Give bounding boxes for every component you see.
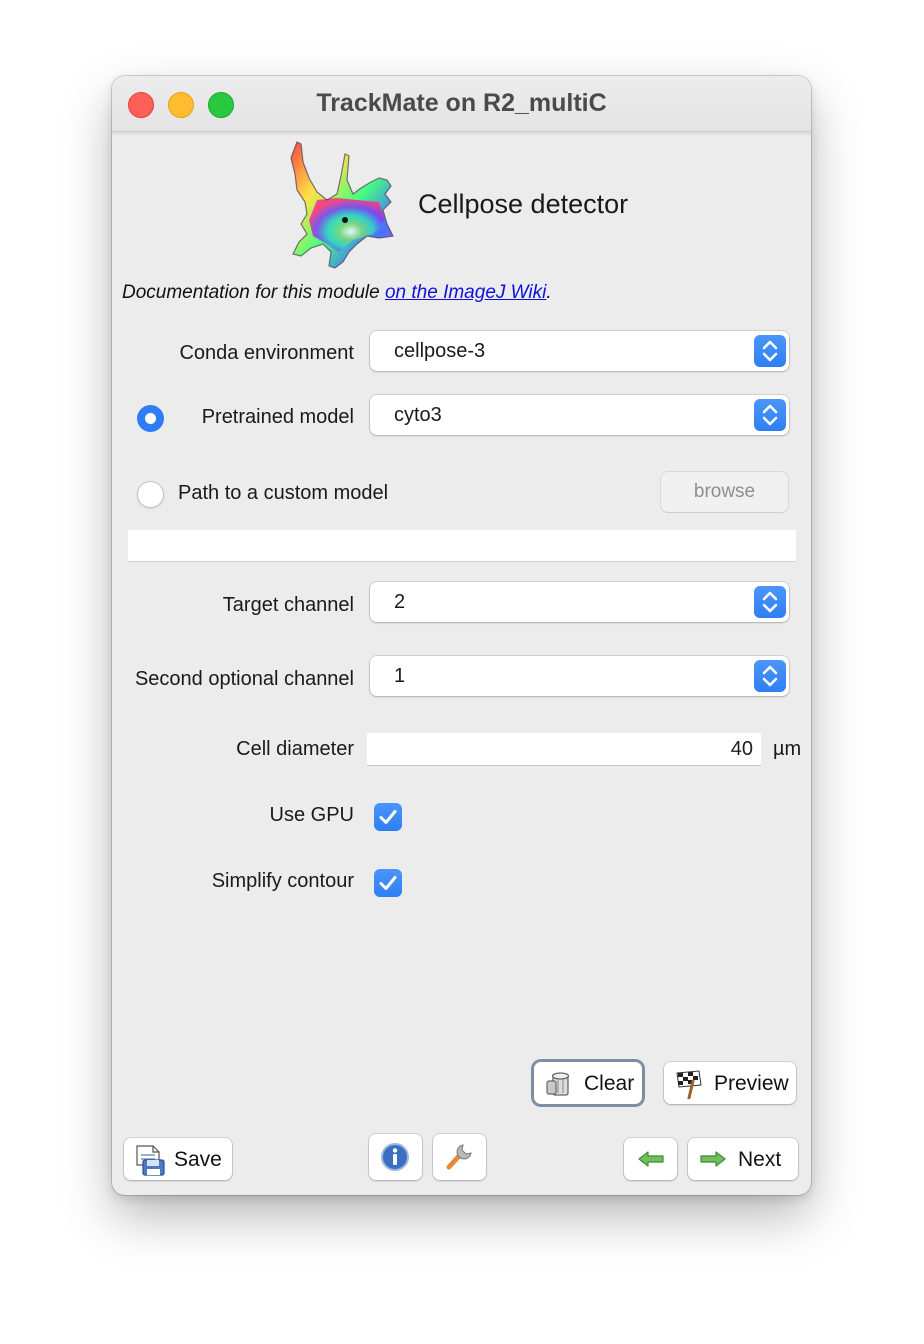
custom-model-label: Path to a custom model: [178, 482, 389, 504]
clear-label: Clear: [584, 1072, 635, 1095]
title-bar[interactable]: TrackMate on R2_multiC: [112, 76, 811, 135]
preview-button[interactable]: Preview: [664, 1062, 796, 1104]
next-arrow-icon: [700, 1151, 726, 1167]
cell-diameter-input[interactable]: 40: [367, 733, 761, 766]
simplify-contour-checkbox[interactable]: [374, 869, 402, 897]
second-channel-select[interactable]: 1: [370, 656, 789, 696]
back-arrow-icon: [638, 1151, 664, 1167]
updown-arrows-icon: [754, 399, 786, 431]
next-button[interactable]: Next: [688, 1138, 798, 1180]
cell-diameter-unit: µm: [773, 738, 802, 760]
checkmark-icon: [379, 876, 397, 890]
custom-model-radio[interactable]: [137, 481, 164, 508]
next-label: Next: [738, 1148, 782, 1171]
window-title: TrackMate on R2_multiC: [316, 89, 607, 117]
updown-arrows-icon: [754, 586, 786, 618]
checkered-flag-icon: [676, 1070, 702, 1099]
trackmate-window: TrackMate on R2_multiC Cellpose detector…: [112, 76, 811, 1195]
second-channel-label: Second optional channel: [134, 668, 354, 690]
target-channel-label: Target channel: [222, 594, 354, 616]
detector-heading: Cellpose detector: [418, 189, 629, 219]
settings-button[interactable]: [433, 1134, 486, 1180]
simplify-contour-label: Simplify contour: [211, 870, 354, 892]
use-gpu-checkbox[interactable]: [374, 803, 402, 831]
conda-environment-select[interactable]: cellpose-3: [370, 331, 789, 371]
back-button[interactable]: [624, 1138, 677, 1180]
documentation-text: Documentation for this module on the Ima…: [122, 282, 552, 304]
custom-model-path-input[interactable]: [128, 530, 796, 562]
info-icon: [381, 1143, 409, 1171]
use-gpu-label: Use GPU: [269, 804, 354, 826]
imagej-wiki-link[interactable]: on the ImageJ Wiki: [385, 282, 546, 303]
documentation-suffix: .: [546, 282, 552, 303]
checkmark-icon: [379, 810, 397, 824]
pretrained-model-label: Pretrained model: [201, 406, 354, 428]
pretrained-model-value: cyto3: [394, 404, 442, 426]
save-button[interactable]: Save: [124, 1138, 232, 1180]
clear-button[interactable]: Clear: [534, 1062, 642, 1104]
target-channel-select[interactable]: 2: [370, 582, 789, 622]
cellpose-logo-icon: [290, 141, 394, 269]
save-label: Save: [174, 1148, 222, 1171]
preview-label: Preview: [714, 1072, 789, 1095]
trash-can-icon: [546, 1072, 570, 1096]
conda-environment-value: cellpose-3: [394, 340, 486, 362]
pretrained-model-select[interactable]: cyto3: [370, 395, 789, 435]
target-channel-value: 2: [394, 591, 406, 613]
second-channel-value: 1: [394, 665, 406, 687]
save-icon: [136, 1145, 165, 1176]
updown-arrows-icon: [754, 660, 786, 692]
wrench-icon: [446, 1144, 472, 1170]
updown-arrows-icon: [754, 335, 786, 367]
pretrained-model-radio[interactable]: [137, 405, 164, 432]
browse-button[interactable]: browse: [661, 472, 788, 512]
info-button[interactable]: [369, 1134, 422, 1180]
documentation-prefix: Documentation for this module: [122, 282, 385, 303]
conda-environment-label: Conda environment: [179, 342, 354, 364]
cell-diameter-label: Cell diameter: [236, 738, 354, 760]
